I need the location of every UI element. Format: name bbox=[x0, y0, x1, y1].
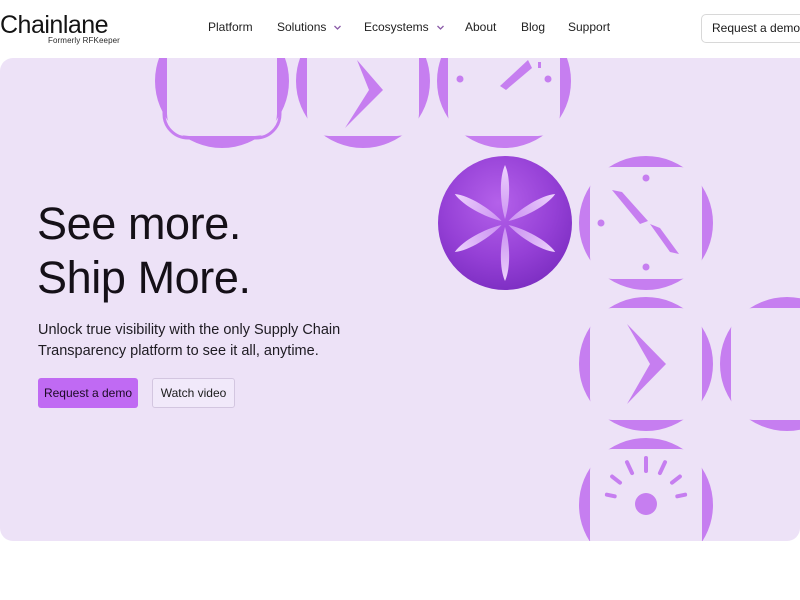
request-demo-button[interactable]: Request a demo bbox=[38, 378, 138, 408]
headline-line-2: Ship More. bbox=[37, 252, 251, 303]
nav-item-ecosystems[interactable]: Ecosystems bbox=[364, 20, 445, 34]
nav-item-solutions[interactable]: Solutions bbox=[277, 20, 342, 34]
nav-item-label: Ecosystems bbox=[364, 20, 429, 34]
sunrise-tile-icon bbox=[579, 438, 713, 541]
rounded-square-tile-icon bbox=[720, 297, 800, 431]
nav-item-label: Solutions bbox=[277, 20, 327, 34]
header-request-demo-button[interactable]: Request a demo bbox=[701, 14, 800, 43]
hero-section: See more. Ship More. Unlock true visibil… bbox=[0, 58, 800, 541]
hero-subtext: Unlock true visibility with the only Sup… bbox=[38, 322, 341, 359]
hero-headline: See more. Ship More. bbox=[37, 197, 251, 305]
nav-item-label: Platform bbox=[208, 20, 253, 34]
logo-wordmark: Chainlane bbox=[0, 11, 109, 39]
headline-line-1: See more. bbox=[37, 198, 241, 249]
nav-item-label: Blog bbox=[521, 20, 546, 34]
chevron-down-icon bbox=[333, 23, 342, 32]
nav-item-label: About bbox=[465, 20, 497, 34]
clock-tile-icon bbox=[437, 58, 571, 148]
chevron-down-icon bbox=[436, 23, 445, 32]
nav-item-label: Support bbox=[568, 20, 611, 34]
nav-item-platform[interactable]: Platform bbox=[208, 20, 253, 34]
clock-tile-icon bbox=[579, 156, 713, 290]
page-below-hero bbox=[0, 541, 800, 600]
nav-item-blog[interactable]: Blog bbox=[521, 20, 545, 34]
play-arrow-tile-icon bbox=[296, 58, 430, 148]
nav-item-about[interactable]: About bbox=[465, 20, 496, 34]
rounded-square-tile-icon bbox=[155, 58, 289, 148]
watch-video-button[interactable]: Watch video bbox=[152, 378, 235, 408]
nav-item-support[interactable]: Support bbox=[568, 20, 610, 34]
logo[interactable]: Chainlane Formerly RFKeeper bbox=[0, 11, 120, 45]
asterisk-orb-icon bbox=[438, 156, 572, 290]
logo-tagline: Formerly RFKeeper bbox=[48, 36, 120, 45]
play-arrow-tile-icon bbox=[579, 297, 713, 431]
site-header: Chainlane Formerly RFKeeper Platform Sol… bbox=[0, 0, 800, 58]
